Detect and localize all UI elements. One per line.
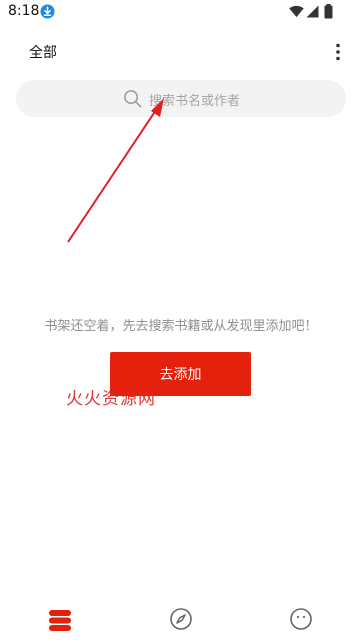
search-icon bbox=[124, 90, 142, 108]
battery-icon bbox=[324, 4, 333, 19]
add-books-button[interactable]: 去添加 bbox=[110, 352, 251, 396]
signal-icon bbox=[306, 5, 319, 18]
bottom-nav bbox=[0, 596, 362, 644]
more-vert-icon[interactable] bbox=[334, 43, 342, 61]
page-title[interactable]: 全部 bbox=[29, 42, 57, 62]
search-bar[interactable]: 搜索书名或作者 bbox=[16, 80, 346, 117]
wifi-icon bbox=[289, 5, 304, 18]
empty-state-message: 书架还空着，先去搜索书籍或从发现里添加吧！ bbox=[44, 319, 318, 334]
status-bar: 8:18 bbox=[0, 0, 362, 24]
bookshelf-icon[interactable] bbox=[48, 608, 72, 632]
status-time: 8:18 bbox=[8, 3, 40, 19]
compass-icon[interactable] bbox=[169, 607, 193, 631]
download-icon bbox=[40, 4, 55, 19]
search-placeholder: 搜索书名或作者 bbox=[149, 94, 241, 109]
smiley-icon[interactable] bbox=[289, 607, 313, 631]
